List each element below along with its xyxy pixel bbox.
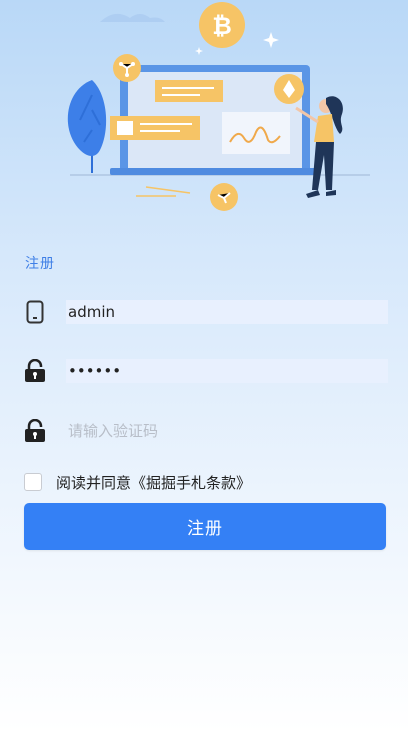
username-row bbox=[24, 300, 388, 324]
form-title: 注册 bbox=[25, 256, 55, 272]
agreement-checkbox[interactable] bbox=[24, 473, 42, 491]
svg-text:₿: ₿ bbox=[212, 12, 232, 40]
register-button[interactable]: 注册 bbox=[24, 503, 386, 550]
password-row bbox=[24, 359, 388, 383]
phone-icon bbox=[24, 300, 46, 324]
crypto-laptop-illustration: ₿ bbox=[67, 2, 370, 211]
lock-icon bbox=[24, 419, 46, 443]
hero-illustration: ₿ bbox=[0, 0, 408, 230]
password-input[interactable] bbox=[66, 359, 388, 383]
username-input[interactable] bbox=[66, 300, 388, 324]
agreement-row: 阅读并同意《掘掘手札条款》 bbox=[24, 471, 251, 493]
agreement-label[interactable]: 阅读并同意《掘掘手札条款》 bbox=[56, 472, 251, 493]
verify-code-input[interactable] bbox=[66, 419, 388, 443]
lock-icon bbox=[24, 359, 46, 383]
verify-code-row bbox=[24, 419, 388, 443]
